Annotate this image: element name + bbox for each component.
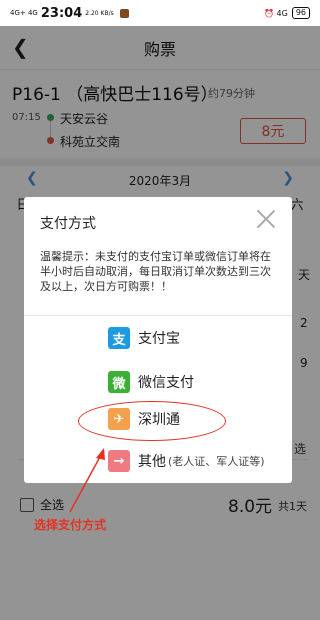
annotation-caption: 选择支付方式	[34, 518, 107, 532]
